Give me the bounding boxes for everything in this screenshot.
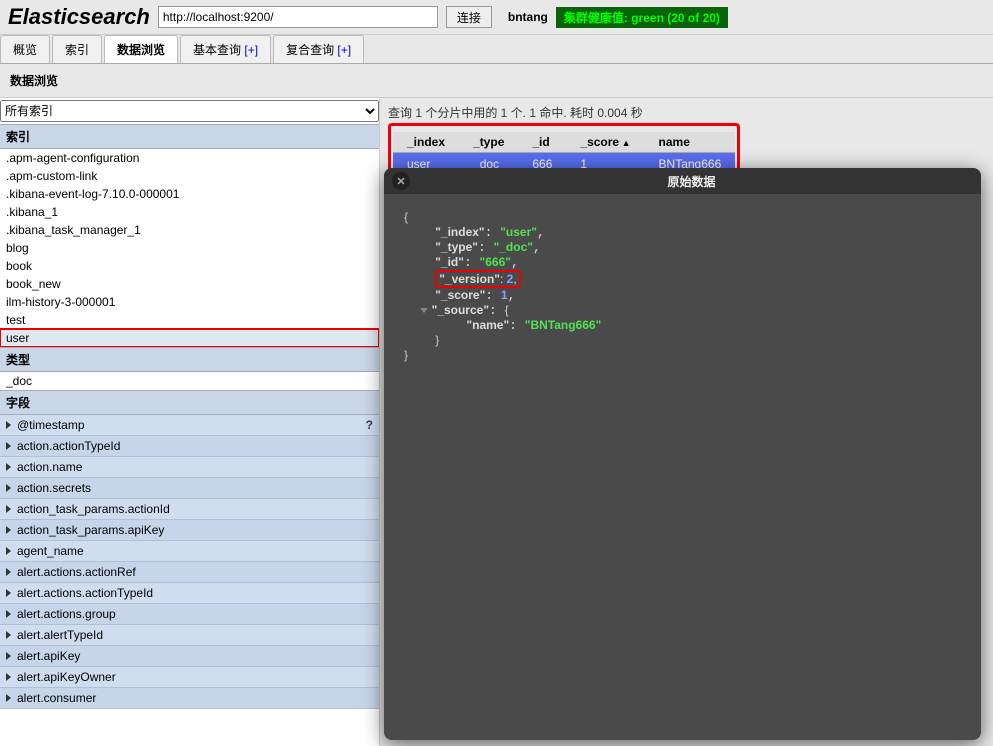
col-_type[interactable]: _type	[459, 132, 518, 153]
expand-icon	[6, 652, 11, 660]
expand-icon	[6, 568, 11, 576]
index-item[interactable]: user	[0, 329, 379, 347]
popup-header: ✕ 原始数据	[384, 168, 981, 194]
field-list: @timestamp?action.actionTypeIdaction.nam…	[0, 415, 379, 746]
url-input[interactable]	[158, 6, 438, 28]
main-tabs: 概览索引数据浏览基本查询 [+]复合查询 [+]	[0, 35, 993, 64]
type-item[interactable]: _doc	[0, 372, 379, 390]
raw-data-popup: ✕ 原始数据 { "_index": "user", "_type": "_do…	[384, 168, 981, 740]
field-item[interactable]: alert.apiKeyOwner	[0, 667, 379, 688]
expand-icon	[6, 547, 11, 555]
expand-icon	[6, 442, 11, 450]
field-item[interactable]: action_task_params.apiKey	[0, 520, 379, 541]
section-indices: 索引	[0, 124, 379, 149]
col-_index[interactable]: _index	[393, 132, 459, 153]
expand-icon	[6, 589, 11, 597]
json-viewer: { "_index": "user", "_type": "_doc", "_i…	[384, 194, 981, 740]
index-item[interactable]: .apm-agent-configuration	[0, 149, 379, 167]
expand-icon	[6, 631, 11, 639]
field-item[interactable]: agent_name	[0, 541, 379, 562]
col-_score[interactable]: _score	[566, 132, 644, 153]
field-item[interactable]: action.name	[0, 457, 379, 478]
index-item[interactable]: test	[0, 311, 379, 329]
tab-2[interactable]: 数据浏览	[104, 35, 178, 63]
field-item[interactable]: @timestamp?	[0, 415, 379, 436]
index-item[interactable]: .apm-custom-link	[0, 167, 379, 185]
field-item[interactable]: alert.consumer	[0, 688, 379, 709]
section-fields: 字段	[0, 390, 379, 415]
version-highlight: "_version": 2,	[435, 270, 520, 288]
field-item[interactable]: action_task_params.actionId	[0, 499, 379, 520]
main-area: 所有索引 索引 .apm-agent-configuration.apm-cus…	[0, 98, 993, 746]
expand-icon	[6, 610, 11, 618]
help-icon[interactable]: ?	[366, 418, 373, 432]
sidebar: 所有索引 索引 .apm-agent-configuration.apm-cus…	[0, 98, 380, 746]
section-types: 类型	[0, 347, 379, 372]
field-item[interactable]: alert.alertTypeId	[0, 625, 379, 646]
field-item[interactable]: alert.actions.group	[0, 604, 379, 625]
panel-title: 数据浏览	[0, 64, 993, 98]
index-item[interactable]: book	[0, 257, 379, 275]
index-select[interactable]: 所有索引	[0, 100, 379, 122]
popup-title: 原始数据	[410, 173, 973, 190]
index-item[interactable]: .kibana_1	[0, 203, 379, 221]
index-item[interactable]: ilm-history-3-000001	[0, 293, 379, 311]
field-item[interactable]: alert.actions.actionRef	[0, 562, 379, 583]
expand-icon	[6, 526, 11, 534]
field-item[interactable]: action.secrets	[0, 478, 379, 499]
query-summary: 查询 1 个分片中用的 1 个. 1 命中. 耗时 0.004 秒	[388, 102, 985, 123]
field-item[interactable]: action.actionTypeId	[0, 436, 379, 457]
tab-1[interactable]: 索引	[52, 35, 102, 63]
expand-icon	[6, 694, 11, 702]
expand-icon	[6, 463, 11, 471]
expand-icon	[6, 673, 11, 681]
expand-icon	[6, 421, 11, 429]
app-header: Elasticsearch 连接 bntang 集群健康值: green (20…	[0, 0, 993, 35]
index-item[interactable]: book_new	[0, 275, 379, 293]
app-logo: Elasticsearch	[8, 4, 150, 30]
index-item[interactable]: .kibana_task_manager_1	[0, 221, 379, 239]
expand-icon	[6, 505, 11, 513]
collapse-icon[interactable]	[420, 308, 428, 313]
content-area: 查询 1 个分片中用的 1 个. 1 命中. 耗时 0.004 秒 _index…	[380, 98, 993, 746]
close-icon[interactable]: ✕	[392, 172, 410, 190]
field-item[interactable]: alert.actions.actionTypeId	[0, 583, 379, 604]
index-list: .apm-agent-configuration.apm-custom-link…	[0, 149, 379, 347]
user-label: bntang	[508, 10, 548, 24]
type-list: _doc	[0, 372, 379, 390]
connect-button[interactable]: 连接	[446, 6, 492, 28]
tab-3[interactable]: 基本查询 [+]	[180, 35, 271, 63]
cluster-health-badge: 集群健康值: green (20 of 20)	[556, 7, 728, 28]
index-item[interactable]: .kibana-event-log-7.10.0-000001	[0, 185, 379, 203]
expand-icon	[6, 484, 11, 492]
col-name[interactable]: name	[645, 132, 736, 153]
index-item[interactable]: blog	[0, 239, 379, 257]
col-_id[interactable]: _id	[518, 132, 566, 153]
tab-0[interactable]: 概览	[0, 35, 50, 63]
tab-4[interactable]: 复合查询 [+]	[273, 35, 364, 63]
field-item[interactable]: alert.apiKey	[0, 646, 379, 667]
